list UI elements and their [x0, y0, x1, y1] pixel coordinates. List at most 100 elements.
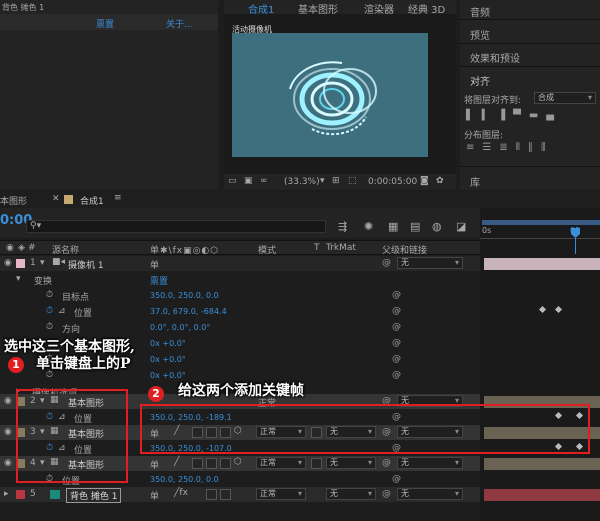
- monitor-icon[interactable]: ▭: [228, 176, 237, 186]
- panel-effects-presets[interactable]: 效果和预设: [470, 50, 520, 65]
- zoom-level[interactable]: (33.3%): [284, 177, 320, 187]
- collapse-switch[interactable]: ╱fx: [174, 488, 188, 498]
- tab-renderer-label[interactable]: 渲染器: [364, 1, 394, 16]
- tab-comp1[interactable]: 合成1: [248, 1, 274, 16]
- layer-bar-5[interactable]: [484, 489, 600, 501]
- pickwhip-icon[interactable]: @: [382, 458, 391, 468]
- col-mode[interactable]: 模式: [258, 243, 276, 256]
- col-source-name[interactable]: 源名称: [52, 243, 79, 256]
- distribute-top-icon[interactable]: ≡: [466, 142, 482, 153]
- graph-icon[interactable]: ⊿: [58, 306, 66, 316]
- time-ruler[interactable]: 0s 05 当前: [480, 208, 600, 268]
- keyframe[interactable]: [538, 305, 547, 314]
- distribute-bottom-icon[interactable]: ≣: [499, 142, 515, 153]
- label-swatch[interactable]: [16, 490, 25, 499]
- prop-orient-row[interactable]: ⏱ 方向 0.0°, 0.0°, 0.0° @: [0, 320, 480, 335]
- shy-switch[interactable]: 单: [150, 458, 159, 471]
- switch-box[interactable]: [206, 458, 217, 469]
- prop-pos1-row[interactable]: ⏱ ⊿ 位置 37.0, 679.0, -684.4 @: [0, 304, 480, 319]
- prop-value[interactable]: 350.0, 250.0, 0.0: [150, 475, 219, 484]
- prop-value[interactable]: 0x +0.0°: [150, 339, 186, 348]
- camera-icon[interactable]: ◙: [420, 176, 429, 186]
- layer-bar-4[interactable]: [484, 458, 600, 470]
- pickwhip-icon[interactable]: @: [382, 258, 391, 268]
- layer-name[interactable]: 背色 摊色 1: [66, 488, 122, 503]
- parent-dropdown[interactable]: 无: [397, 488, 463, 500]
- prop-poi-row[interactable]: ⏱ 目标点 350.0, 250.0, 0.0 @: [0, 288, 480, 303]
- tab-menu-icon[interactable]: ≡: [114, 193, 122, 203]
- graph-editor-icon[interactable]: ◪: [456, 220, 466, 233]
- transform-label[interactable]: 变换: [34, 274, 52, 287]
- pickwhip-icon[interactable]: @: [382, 489, 391, 499]
- expand-arrow-icon[interactable]: ▾: [40, 258, 45, 268]
- distribute-right-icon[interactable]: ⫼: [541, 142, 554, 153]
- pickwhip-icon[interactable]: @: [392, 322, 401, 332]
- switch-box[interactable]: [220, 489, 231, 500]
- tab-renderer-value[interactable]: 经典 3D: [408, 1, 445, 16]
- switch-box[interactable]: [192, 458, 203, 469]
- align-left-icon[interactable]: ▌: [466, 110, 482, 121]
- trkmat-dropdown[interactable]: 无: [326, 488, 376, 500]
- prop-value[interactable]: 0.0°, 0.0°, 0.0°: [150, 323, 210, 332]
- layer-row-1[interactable]: ◉ 1 ▾ ■◂ 摄像机 1 单 @ 无: [0, 256, 480, 271]
- 3d-layer-icon[interactable]: ⬡: [234, 457, 242, 467]
- keyframe[interactable]: [554, 305, 563, 314]
- frame-blend-icon[interactable]: ▤: [410, 220, 420, 233]
- project-item-name[interactable]: 背色 摊色 1: [2, 2, 44, 13]
- av-switch-icon[interactable]: ◉: [6, 243, 14, 253]
- shy-switch[interactable]: 单: [150, 489, 159, 502]
- col-number[interactable]: #: [28, 243, 36, 253]
- align-vcenter-icon[interactable]: ▬: [529, 110, 546, 121]
- col-switches[interactable]: 单✱\fx▣◎◐⬡: [150, 243, 219, 256]
- layer-name[interactable]: 摄像机 1: [68, 258, 104, 271]
- distribute-vcenter-icon[interactable]: ☰: [482, 142, 499, 153]
- zoom-dropdown-icon[interactable]: ▾: [320, 176, 325, 186]
- collapse-switch[interactable]: ╱: [174, 457, 179, 467]
- draft-3d-icon[interactable]: ✺: [364, 220, 373, 233]
- label-swatch[interactable]: [16, 259, 25, 268]
- visibility-eye-icon[interactable]: ◉: [4, 396, 12, 406]
- stopwatch-icon[interactable]: ⏱: [46, 322, 53, 332]
- stopwatch-icon[interactable]: ⏱: [46, 306, 53, 316]
- panel-audio[interactable]: 音频: [470, 4, 490, 19]
- close-icon[interactable]: ✕: [52, 194, 60, 204]
- stopwatch-icon[interactable]: ⏱: [46, 290, 53, 300]
- switch-box[interactable]: [206, 489, 217, 500]
- comp-flowchart-icon[interactable]: ⇶: [338, 220, 347, 233]
- visibility-eye-icon[interactable]: ◉: [4, 258, 12, 268]
- preview-icon[interactable]: ▣: [244, 176, 253, 186]
- color-icon[interactable]: ✿: [436, 176, 444, 186]
- shy-switch[interactable]: 单: [150, 258, 159, 271]
- prop-value[interactable]: 350.0, 250.0, 0.0: [150, 291, 219, 300]
- pickwhip-icon[interactable]: @: [392, 354, 401, 364]
- layer-bar-1[interactable]: [484, 258, 600, 270]
- visibility-eye-icon[interactable]: ▸: [4, 489, 9, 499]
- tab-essential-graphics[interactable]: 基本图形: [298, 1, 338, 16]
- comp-canvas[interactable]: [232, 33, 428, 157]
- viewer-timecode[interactable]: 0:00:05:00: [368, 177, 417, 187]
- panel-library[interactable]: 库: [470, 174, 480, 189]
- preserve-transparency-box[interactable]: [311, 458, 322, 469]
- align-bottom-icon[interactable]: ▄: [546, 110, 562, 121]
- pickwhip-icon[interactable]: @: [392, 290, 401, 300]
- layer-search-input[interactable]: ⚲▾: [26, 220, 326, 233]
- panel-align[interactable]: 对齐: [470, 73, 490, 88]
- motion-blur-icon[interactable]: ◍: [432, 220, 442, 233]
- col-trkmat[interactable]: TrkMat: [326, 243, 356, 253]
- pickwhip-icon[interactable]: @: [392, 370, 401, 380]
- panel-preview[interactable]: 预览: [470, 27, 490, 42]
- tab-essential-graphics-left[interactable]: 本图形: [0, 194, 27, 207]
- transform-group-row[interactable]: ▾ 变换 禀置: [0, 272, 480, 287]
- prop-value[interactable]: 37.0, 679.0, -684.4: [150, 307, 227, 316]
- col-t[interactable]: T: [314, 243, 320, 253]
- pickwhip-icon[interactable]: @: [392, 306, 401, 316]
- project-link[interactable]: 关于...: [166, 17, 193, 30]
- prop-value[interactable]: 0x +0.0°: [150, 371, 186, 380]
- align-to-dropdown[interactable]: 合成: [534, 92, 596, 104]
- tab-timeline-comp[interactable]: 合成1: [80, 194, 104, 207]
- switch-box[interactable]: [220, 458, 231, 469]
- prop-value[interactable]: 0x +0.0°: [150, 355, 186, 364]
- distribute-hcenter-icon[interactable]: ∥: [528, 142, 541, 153]
- pickwhip-icon[interactable]: @: [392, 474, 401, 484]
- mode-dropdown[interactable]: 正常: [256, 488, 306, 500]
